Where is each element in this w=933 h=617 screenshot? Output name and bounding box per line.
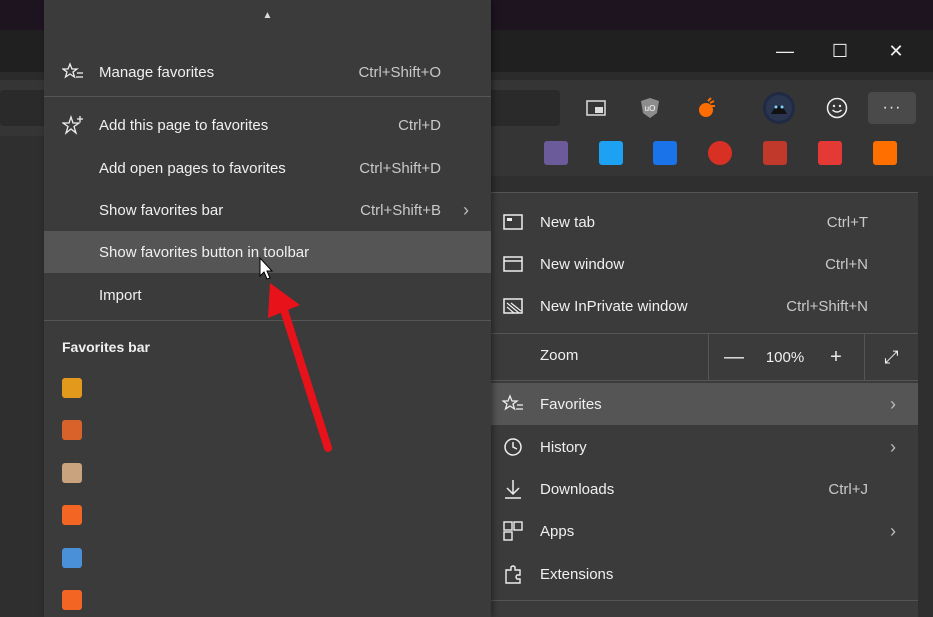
menu-separator (44, 96, 491, 97)
ublock-icon[interactable]: uO (634, 92, 666, 124)
menu-item-import[interactable]: Import (44, 274, 491, 316)
menu-item-label: Downloads (540, 480, 615, 498)
profile-avatar[interactable] (763, 92, 795, 124)
apps-icon (501, 519, 525, 543)
zoom-level: 100% (765, 348, 805, 366)
menu-item-extensions[interactable]: Extensions (491, 553, 918, 595)
favorites-bar-heading: Favorites bar (62, 339, 150, 355)
menu-item-add-open-pages[interactable]: Add open pages to favorites Ctrl+Shift+D (44, 147, 491, 189)
history-icon (501, 435, 525, 459)
more-icon: ··· (882, 99, 902, 116)
menu-item-label: New InPrivate window (540, 297, 688, 315)
menu-item-label: Show favorites button in toolbar (99, 243, 310, 261)
extension-icon[interactable] (690, 92, 722, 124)
favorite-item-icon[interactable] (62, 463, 82, 483)
menu-item-show-favorites-bar[interactable]: Show favorites bar Ctrl+Shift+B › (44, 189, 491, 231)
screenshot-root: — ☐ ✕ uO ··· New tab Ctrl+T New window C… (0, 0, 933, 617)
minimize-button[interactable]: — (757, 36, 813, 66)
menu-item-label: Favorites (540, 395, 602, 413)
favbar-item-icon[interactable] (818, 141, 842, 165)
menu-item-label: Manage favorites (99, 63, 215, 81)
menu-item-new-inprivate-window[interactable]: New InPrivate window Ctrl+Shift+N (491, 285, 918, 327)
menu-item-label: Import (99, 286, 142, 304)
zoom-row: Zoom — 100% + ⤢ (491, 334, 918, 380)
favorite-item-icon[interactable] (62, 378, 82, 398)
svg-text:uO: uO (645, 104, 656, 113)
favbar-item-icon[interactable] (653, 141, 677, 165)
new-tab-icon (501, 210, 525, 234)
menu-separator (44, 320, 491, 321)
inprivate-icon (501, 294, 525, 318)
menu-item-downloads[interactable]: Downloads Ctrl+J (491, 468, 918, 510)
new-window-icon (501, 252, 525, 276)
chevron-right-icon: › (890, 520, 896, 541)
menu-item-shortcut: Ctrl+Shift+D (359, 159, 441, 177)
menu-item-history[interactable]: History › (491, 426, 918, 468)
star-list-icon (61, 60, 85, 84)
chevron-right-icon: › (463, 199, 469, 220)
maximize-icon: ☐ (831, 40, 849, 61)
close-button[interactable]: ✕ (868, 36, 924, 66)
menu-separator (491, 600, 918, 601)
extensions-icon (501, 562, 525, 586)
menu-item-shortcut: Ctrl+J (828, 480, 868, 498)
fullscreen-icon: ⤢ (884, 346, 899, 367)
more-button[interactable]: ··· (868, 92, 916, 124)
favorites-submenu: ▲ Manage favorites Ctrl+Shift+O Add this… (44, 0, 491, 617)
menu-item-new-tab[interactable]: New tab Ctrl+T (491, 201, 918, 243)
scroll-up-icon[interactable]: ▲ (44, 10, 491, 21)
zoom-label: Zoom (540, 347, 579, 364)
close-icon: ✕ (888, 40, 904, 61)
menu-item-shortcut: Ctrl+T (826, 213, 868, 231)
menu-item-add-page-to-favorites[interactable]: Add this page to favorites Ctrl+D (44, 104, 491, 146)
blogger-icon[interactable] (62, 505, 82, 525)
menu-item-shortcut: Ctrl+Shift+B (360, 201, 441, 219)
menu-item-favorites[interactable]: Favorites › (491, 383, 918, 425)
menu-item-shortcut: Ctrl+Shift+N (786, 297, 868, 315)
blogger-icon[interactable] (62, 590, 82, 610)
feedback-smiley-icon[interactable] (821, 92, 853, 124)
page-content-left (0, 136, 44, 617)
menu-item-label: Add this page to favorites (99, 116, 269, 134)
menu-item-label: Show favorites bar (99, 201, 224, 219)
favbar-item-icon[interactable] (544, 141, 568, 165)
menu-item-label: New window (540, 255, 625, 273)
chevron-right-icon: › (890, 393, 896, 414)
fullscreen-button[interactable]: ⤢ (864, 334, 918, 380)
zoom-in-button[interactable]: + (811, 334, 861, 380)
reading-view-icon[interactable] (580, 92, 612, 124)
star-add-icon (61, 113, 85, 137)
favorites-icon (501, 392, 525, 416)
zoom-control: — 100% + ⤢ (708, 334, 918, 380)
menu-item-label: Apps (540, 522, 575, 540)
plus-icon: + (830, 345, 842, 368)
minimize-icon: — (776, 40, 794, 61)
menu-item-shortcut: Ctrl+N (825, 255, 868, 273)
chevron-right-icon: › (890, 436, 896, 457)
menu-item-label: History (540, 438, 587, 456)
favbar-item-icon[interactable] (708, 141, 732, 165)
menu-item-manage-favorites[interactable]: Manage favorites Ctrl+Shift+O (44, 51, 491, 93)
favbar-item-icon[interactable] (763, 141, 787, 165)
favorite-item-icon[interactable] (62, 420, 82, 440)
menu-item-shortcut: Ctrl+D (398, 116, 441, 134)
maximize-button[interactable]: ☐ (812, 36, 868, 66)
download-icon (501, 477, 525, 501)
favbar-item-icon[interactable] (873, 141, 897, 165)
menu-separator (491, 380, 918, 381)
menu-item-label: Extensions (540, 565, 614, 583)
zoom-out-button[interactable]: — (709, 334, 759, 380)
menu-item-apps[interactable]: Apps › (491, 510, 918, 552)
menu-item-label: Add open pages to favorites (99, 159, 286, 177)
browser-main-menu: New tab Ctrl+T New window Ctrl+N New InP… (491, 192, 918, 617)
menu-item-shortcut: Ctrl+Shift+O (358, 63, 441, 81)
twitter-icon[interactable] (599, 141, 623, 165)
menu-item-new-window[interactable]: New window Ctrl+N (491, 243, 918, 285)
menu-item-label: New tab (540, 213, 596, 231)
favorite-item-icon[interactable] (62, 548, 82, 568)
menu-item-show-favorites-button[interactable]: Show favorites button in toolbar (44, 231, 491, 273)
minus-icon: — (724, 345, 744, 368)
